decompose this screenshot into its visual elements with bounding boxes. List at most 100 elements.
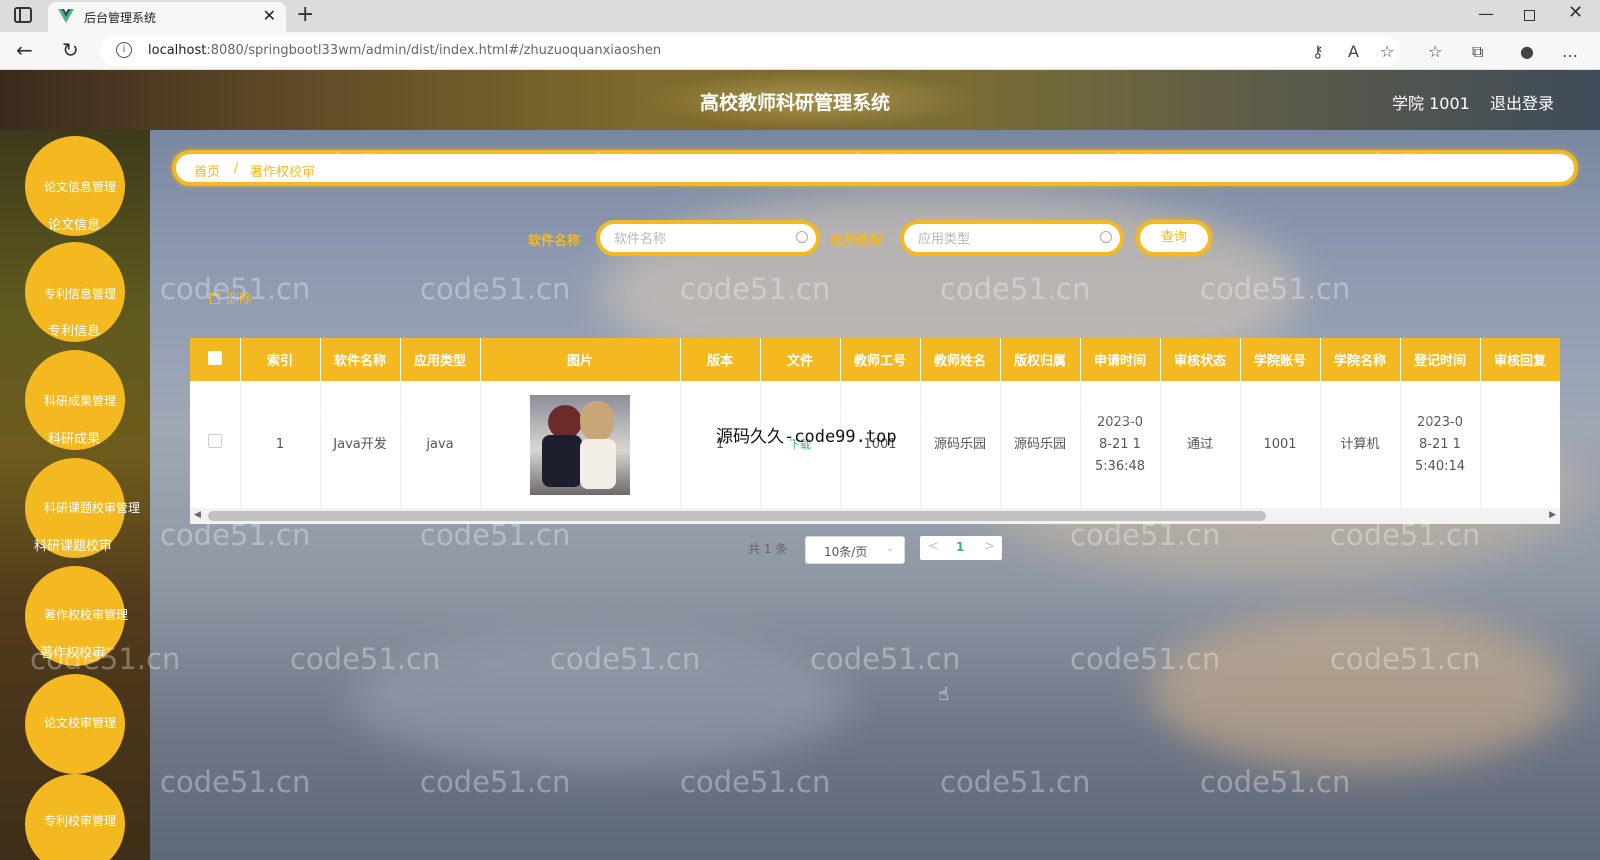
column-header[interactable]: 版本 xyxy=(680,338,761,381)
add-favorite-icon[interactable]: ☆ xyxy=(1380,42,1394,61)
address-bar: ← ↻ i localhost:8080/springbootl33wm/adm… xyxy=(0,32,1600,70)
software-name-label: 软件名称 xyxy=(528,234,581,249)
column-header[interactable]: 应用类型 xyxy=(400,338,481,381)
column-header[interactable]: 审核状态 xyxy=(1160,338,1241,381)
sidebar-subitem-patent-info[interactable]: 专利信息 xyxy=(48,320,100,339)
reload-icon[interactable]: ↻ xyxy=(62,38,79,62)
key-icon[interactable]: ⚷ xyxy=(1312,42,1324,61)
read-aloud-icon[interactable]: A xyxy=(1348,42,1359,61)
breadcrumb-home[interactable]: 首页 xyxy=(194,161,220,180)
sidebar-item-label: 著作权校审管理 xyxy=(44,608,129,622)
cell-register-time: 2023-08-21 15:40:14 xyxy=(1400,381,1481,509)
column-header[interactable]: 图片 xyxy=(480,338,681,381)
column-header[interactable]: 审核回复 xyxy=(1480,338,1560,381)
cell-apply-time: 2023-08-21 15:36:48 xyxy=(1080,381,1161,509)
watermark: code51.cn xyxy=(420,272,571,306)
window-maximize-button[interactable] xyxy=(1524,10,1535,21)
cell-review-reply xyxy=(1480,381,1560,509)
page-size-select[interactable]: 10条/页 ⌄ xyxy=(805,536,905,564)
search-icon xyxy=(796,231,808,243)
user-label: 学院 1001 xyxy=(1392,94,1470,113)
cell-teacher-name: 源码乐园 xyxy=(920,381,1001,509)
site-info-icon[interactable]: i xyxy=(116,42,132,58)
sidebar-subitem-research-results[interactable]: 科研成果 xyxy=(48,428,100,447)
row-checkbox[interactable] xyxy=(207,434,222,448)
app-type-field[interactable] xyxy=(900,220,1124,256)
new-tab-button[interactable]: + xyxy=(296,2,314,27)
anime-girls-image[interactable] xyxy=(530,395,630,495)
cell-index: 1 xyxy=(240,381,321,509)
column-header[interactable]: 软件名称 xyxy=(320,338,401,381)
chevron-down-icon: ⌄ xyxy=(885,543,894,554)
scroll-left-arrow-icon[interactable]: ◀ xyxy=(194,510,201,520)
column-header[interactable]: 版权归属 xyxy=(1000,338,1081,381)
select-all-checkbox[interactable] xyxy=(207,350,222,365)
breadcrumb: 首页 / 著作权校审 xyxy=(172,150,1578,186)
url-field[interactable]: i localhost:8080/springbootl33wm/admin/d… xyxy=(100,36,1400,66)
prev-page-button[interactable]: < xyxy=(928,539,939,554)
sidebar: 论文信息管理 论文信息 专利信息管理 专利信息 科研成果管理 科研成果 科研课题… xyxy=(0,130,150,860)
collections-icon[interactable]: ⧉ xyxy=(1472,42,1483,62)
sidebar-subitem-project-review[interactable]: 科研课题校审 xyxy=(34,535,112,554)
app-type-input[interactable] xyxy=(918,229,1088,249)
profile-avatar-icon[interactable]: ● xyxy=(1520,42,1534,61)
pagination-total: 共 1 条 xyxy=(748,542,788,556)
cell-college-account: 1001 xyxy=(1240,381,1321,509)
overlay-watermark-text: 源码久久-code99.top xyxy=(716,427,897,447)
tab-actions-icon[interactable] xyxy=(14,7,32,23)
cell-college-name: 计算机 xyxy=(1320,381,1401,509)
sidebar-subitem-paper-info[interactable]: 论文信息 xyxy=(48,214,100,233)
search-icon xyxy=(1100,231,1112,243)
sidebar-subitem-copyright-review[interactable]: 著作权校审 xyxy=(40,642,105,661)
page-number-current[interactable]: 1 xyxy=(956,540,964,554)
cell-image xyxy=(480,381,681,509)
favorites-icon[interactable]: ☆ xyxy=(1428,42,1442,61)
tab-close-icon[interactable]: ✕ xyxy=(263,6,276,25)
watermark: code51.cn xyxy=(1200,765,1351,799)
query-button[interactable]: 查询 xyxy=(1136,220,1212,256)
sidebar-item-label: 科研课题校审管理 xyxy=(44,501,141,515)
column-header[interactable]: 教师工号 xyxy=(840,338,921,381)
select-all-header xyxy=(190,338,241,381)
scrollbar-thumb[interactable] xyxy=(208,511,1266,521)
horizontal-scrollbar[interactable]: ◀ ▶ xyxy=(190,508,1560,524)
delete-button[interactable]: 删除 xyxy=(210,288,252,307)
delete-label: 删除 xyxy=(226,292,253,307)
site-title: 高校教师科研管理系统 xyxy=(700,92,891,114)
column-header[interactable]: 登记时间 xyxy=(1400,338,1481,381)
column-header[interactable]: 申请时间 xyxy=(1080,338,1161,381)
trash-icon xyxy=(210,293,220,304)
column-header[interactable]: 学院名称 xyxy=(1320,338,1401,381)
next-page-button[interactable]: > xyxy=(984,539,995,554)
column-header[interactable]: 教师姓名 xyxy=(920,338,1001,381)
back-arrow-icon[interactable]: ← xyxy=(16,38,33,62)
url-host: localhost xyxy=(148,43,207,58)
cell-review-status: 通过 xyxy=(1160,381,1241,509)
pagination-nav: < 1 > xyxy=(920,536,1002,560)
browser-tab[interactable]: 后台管理系统 ✕ xyxy=(48,2,286,32)
column-header[interactable]: 文件 xyxy=(760,338,841,381)
logout-button[interactable]: 退出登录 xyxy=(1490,90,1554,114)
vue-logo-icon xyxy=(58,9,74,23)
sidebar-item-label: 科研成果管理 xyxy=(44,394,117,408)
column-header[interactable]: 学院账号 xyxy=(1240,338,1321,381)
sidebar-item-label: 论文信息管理 xyxy=(44,180,117,194)
scroll-right-arrow-icon[interactable]: ▶ xyxy=(1549,510,1556,520)
column-header[interactable]: 索引 xyxy=(240,338,321,381)
app-root: 高校教师科研管理系统 学院 1001 退出登录 论文信息管理 论文信息 专利信息… xyxy=(0,70,1600,860)
watermark: code51.cn xyxy=(160,765,311,799)
cell-software-name: Java开发 xyxy=(320,381,401,509)
more-menu-icon[interactable]: … xyxy=(1562,42,1578,61)
breadcrumb-separator: / xyxy=(234,161,239,176)
window-close-button[interactable]: ✕ xyxy=(1568,2,1583,23)
cell-copyright-owner: 源码乐园 xyxy=(1000,381,1081,509)
sidebar-item-label: 专利信息管理 xyxy=(44,287,117,301)
hand-cursor-icon: ☝ xyxy=(938,684,949,705)
software-name-field[interactable] xyxy=(596,220,820,256)
row-select-cell xyxy=(190,381,241,509)
page-size-value: 10条/页 xyxy=(824,545,868,559)
sidebar-item-label: 论文校审管理 xyxy=(44,716,117,730)
window-minimize-button[interactable]: — xyxy=(1478,4,1494,23)
table-header-row: 索引 软件名称 应用类型 图片 版本 文件 教师工号 教师姓名 版权归属 申请时… xyxy=(190,338,1560,381)
software-name-input[interactable] xyxy=(614,229,784,249)
